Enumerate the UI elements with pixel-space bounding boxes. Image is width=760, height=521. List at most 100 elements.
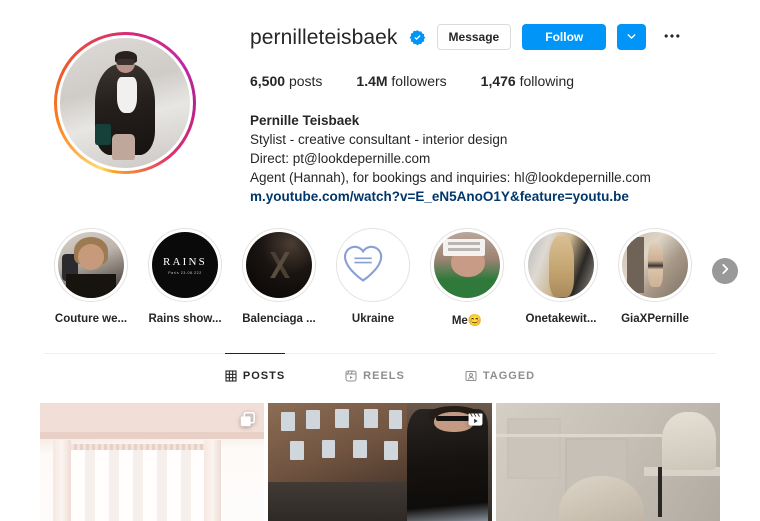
post-art — [268, 481, 416, 521]
post-art — [384, 440, 398, 460]
avatar-art-legs — [112, 134, 136, 161]
profile-bio: Pernille Teisbaek Stylist - creative con… — [250, 111, 740, 206]
highlight-cover-balenciaga — [246, 232, 312, 298]
more-options-icon — [662, 26, 682, 49]
highlight-ring — [618, 228, 692, 302]
highlight-label: Ukraine — [351, 313, 395, 325]
stat-followers-label: followers — [391, 73, 447, 89]
stat-following[interactable]: 1,476 following — [481, 73, 574, 89]
highlight-cover-me — [434, 232, 500, 298]
username-row: pernilleteisbaek Message Follow — [250, 22, 740, 52]
stat-posts-value: 6,500 — [250, 73, 286, 89]
highlight-cover-ukraine — [340, 232, 406, 298]
avatar[interactable] — [60, 38, 190, 168]
stat-followers[interactable]: 1.4M followers — [356, 73, 446, 89]
bio-line-1: Stylist - creative consultant - interior… — [250, 132, 508, 147]
highlight-label: GiaXPernille — [621, 313, 689, 325]
post-art — [40, 432, 264, 440]
chevron-down-icon — [625, 30, 638, 45]
highlight-item-ukraine[interactable]: Ukraine — [326, 228, 420, 327]
post-art — [53, 439, 72, 521]
avatar-art-shirt — [117, 77, 137, 114]
avatar-art-bag — [95, 123, 111, 145]
post-thumbnail-2[interactable] — [268, 403, 492, 521]
post-art — [203, 439, 222, 521]
follow-dropdown-button[interactable] — [617, 24, 647, 50]
follow-button[interactable]: Follow — [522, 24, 607, 50]
avatar-inner — [57, 35, 193, 171]
highlight-ring — [242, 228, 316, 302]
highlight-item-balenciaga[interactable]: Balenciaga ... — [232, 228, 326, 327]
tab-tagged-label: TAGGED — [482, 370, 536, 382]
instagram-profile-page: pernilleteisbaek Message Follow 6,500 po… — [0, 0, 760, 521]
highlight-ring — [430, 228, 504, 302]
post-art — [507, 417, 561, 479]
stat-followers-value: 1.4M — [356, 73, 388, 89]
highlight-cover-subtext: Paris 23.08.222 — [168, 270, 202, 275]
post-art — [388, 410, 403, 430]
profile-tabs: POSTS REELS TAGGED — [0, 353, 760, 396]
highlight-cover-wordmark: RAINS — [162, 255, 207, 268]
story-highlights: Couture we... RAINS Paris 23.08.222 Rain… — [0, 228, 760, 327]
avatar-art-sunglasses — [117, 59, 135, 65]
highlight-art — [443, 238, 486, 256]
post-art — [353, 439, 367, 459]
heart-icon — [340, 241, 406, 288]
post-art — [281, 411, 295, 431]
highlights-next-button[interactable] — [712, 258, 738, 284]
highlight-item-me[interactable]: Me😊 — [420, 228, 514, 327]
carousel-icon — [239, 411, 256, 428]
highlight-label: Onetakewit... — [525, 313, 597, 325]
highlight-label: Balenciaga ... — [242, 313, 316, 325]
highlight-ring: RAINS Paris 23.08.222 — [148, 228, 222, 302]
highlight-item-onetakewith[interactable]: Onetakewit... — [514, 228, 608, 327]
post-art — [290, 440, 304, 460]
post-art — [71, 449, 204, 521]
more-options-button[interactable] — [659, 24, 685, 50]
tab-tagged[interactable]: TAGGED — [465, 354, 535, 396]
verified-badge-icon — [409, 29, 426, 46]
post-art — [496, 433, 662, 437]
post-thumbnail-3[interactable] — [496, 403, 720, 521]
highlight-label: Rains show... — [148, 313, 222, 325]
profile-full-name: Pernille Teisbaek — [250, 113, 360, 128]
post-art — [364, 408, 378, 428]
stat-posts-label: posts — [288, 73, 323, 89]
highlight-ring — [336, 228, 410, 302]
bio-line-2: Direct: pt@lookdepernille.com — [250, 151, 431, 166]
reel-icon — [467, 411, 484, 428]
highlight-item-rains[interactable]: RAINS Paris 23.08.222 Rains show... — [138, 228, 232, 327]
highlight-item-giaxpernille[interactable]: GiaXPernille — [608, 228, 702, 327]
bio-line-3: Agent (Hannah), for bookings and inquiri… — [250, 170, 651, 185]
highlight-art — [77, 243, 105, 271]
post-art — [658, 467, 662, 517]
post-art — [321, 439, 336, 459]
highlight-item-couture[interactable]: Couture we... — [44, 228, 138, 327]
post-thumbnail-1[interactable] — [40, 403, 264, 521]
highlight-label: Me😊 — [451, 315, 483, 327]
profile-header: pernilleteisbaek Message Follow 6,500 po… — [0, 0, 760, 206]
avatar-column — [0, 22, 250, 206]
highlight-ring — [524, 228, 598, 302]
stat-posts: 6,500 posts — [250, 73, 322, 89]
grid-icon — [225, 370, 237, 382]
highlight-cover-couture — [58, 232, 124, 298]
post-art — [335, 408, 349, 428]
profile-website-link[interactable]: m.youtube.com/watch?v=E_eN5AnoO1Y&featur… — [250, 187, 740, 206]
highlight-label: Couture we... — [54, 313, 128, 325]
tagged-icon — [465, 370, 477, 382]
stat-following-label: following — [519, 73, 575, 89]
highlight-cover-giaxpernille — [622, 232, 688, 298]
tab-posts[interactable]: POSTS — [224, 353, 286, 396]
highlight-cover-onetakewith — [528, 232, 594, 298]
avatar-story-ring[interactable] — [54, 32, 196, 174]
message-button[interactable]: Message — [436, 24, 512, 50]
post-art — [40, 403, 264, 436]
highlight-art — [265, 251, 294, 279]
tab-reels[interactable]: REELS — [345, 354, 405, 396]
stat-following-value: 1,476 — [480, 73, 516, 89]
tab-posts-label: POSTS — [242, 370, 286, 382]
post-art — [661, 411, 716, 471]
highlight-art — [549, 235, 575, 297]
post-art — [306, 410, 320, 430]
